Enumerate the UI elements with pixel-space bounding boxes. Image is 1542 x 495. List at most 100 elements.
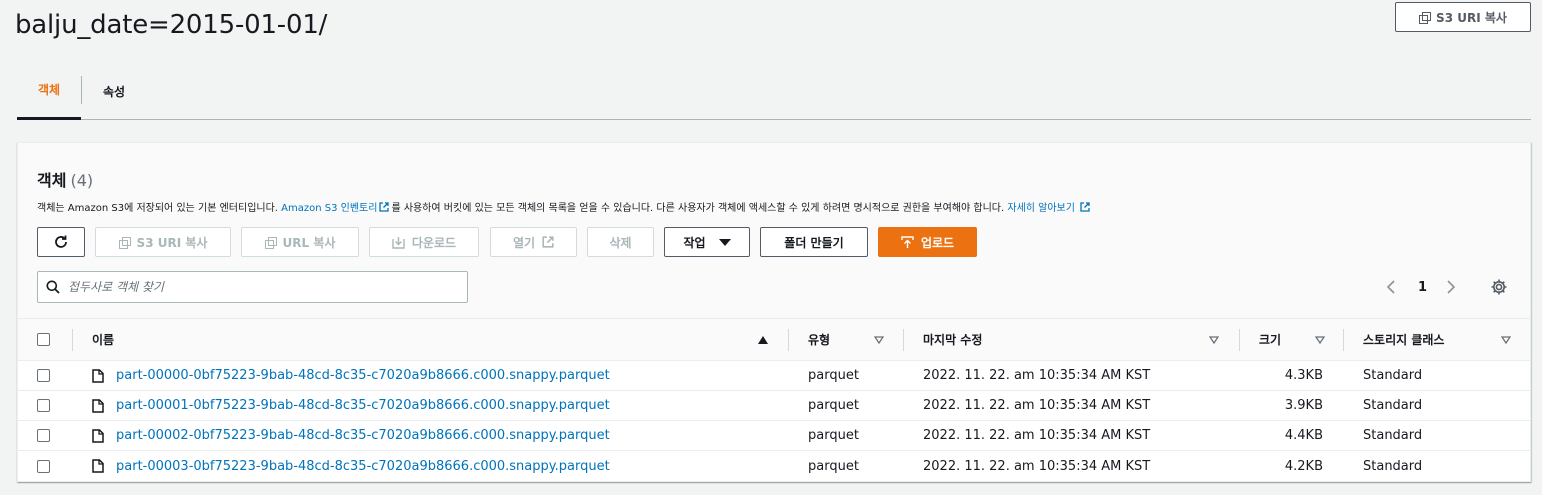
column-separator [788,329,789,351]
next-page-button[interactable] [1446,271,1456,303]
open-label: 열기 [512,235,536,250]
column-header-storage-class[interactable]: 스토리지 클래스 [1363,319,1444,360]
delete-button[interactable]: 삭제 [587,227,654,257]
object-storage-class: Standard [1363,398,1423,413]
select-all-cell [37,319,50,360]
column-separator [1343,329,1344,351]
column-header-type[interactable]: 유형 [808,319,830,360]
table-row[interactable]: part-00003-0bf75223-9bab-48cd-8c35-c7020… [18,451,1530,481]
column-separator [72,329,73,351]
sort-icon[interactable] [1501,319,1511,360]
object-last-modified: 2022. 11. 22. am 10:35:34 AM KST [923,398,1151,413]
download-icon [392,236,405,249]
copy-s3-uri-label: S3 URI 복사 [1436,10,1507,25]
sort-icon[interactable] [1209,319,1219,360]
search-box [37,271,468,303]
create-folder-button[interactable]: 폴더 만들기 [760,227,868,257]
download-button[interactable]: 다운로드 [369,227,479,257]
upload-icon [901,235,914,248]
object-size: 4.4KB [1284,428,1323,443]
external-link-icon [542,236,554,248]
external-link-icon [379,202,390,212]
upload-label: 업로드 [920,235,955,250]
create-folder-label: 폴더 만들기 [784,235,844,250]
copy-icon [1419,11,1432,24]
sort-icon[interactable] [1315,319,1325,360]
column-separator [903,329,904,351]
object-name-link[interactable]: part-00000-0bf75223-9bab-48cd-8c35-c7020… [116,368,610,383]
inventory-link[interactable]: Amazon S3 인벤토리 [281,203,377,214]
tab-objects[interactable]: 객체 [17,62,81,120]
download-label: 다운로드 [411,235,457,250]
table-header: 이름 유형 마지막 수정 크기 스토리지 클래스 [18,318,1530,361]
table-row[interactable]: part-00002-0bf75223-9bab-48cd-8c35-c7020… [18,421,1530,451]
chevron-left-icon [1386,280,1395,294]
open-button[interactable]: 열기 [490,227,577,257]
table-row[interactable]: part-00001-0bf75223-9bab-48cd-8c35-c7020… [18,391,1530,421]
file-icon [92,459,104,473]
column-header-size[interactable]: 크기 [1259,319,1281,360]
actions-label: 작업 [683,235,706,250]
object-storage-class: Standard [1363,428,1423,443]
sort-ascending-icon[interactable] [758,319,768,360]
object-type: parquet [808,458,859,474]
select-all-checkbox[interactable] [37,333,50,346]
chevron-right-icon [1447,280,1456,294]
table-row[interactable]: part-00000-0bf75223-9bab-48cd-8c35-c7020… [18,361,1530,391]
copy-s3-uri-button[interactable]: S3 URI 복사 [1395,2,1531,32]
search-input[interactable] [68,280,448,294]
object-name-link[interactable]: part-00003-0bf75223-9bab-48cd-8c35-c7020… [116,459,610,474]
column-header-last-modified[interactable]: 마지막 수정 [923,319,982,360]
object-name-link[interactable]: part-00001-0bf75223-9bab-48cd-8c35-c7020… [116,398,610,413]
object-size: 4.2KB [1284,458,1323,474]
desc-text-2: 를 사용하여 버킷에 있는 모든 객체의 목록을 얻을 수 있습니다. 다른 사… [391,203,1008,214]
preferences-button[interactable] [1490,271,1508,303]
panel-description: 객체는 Amazon S3에 저장되어 있는 기본 엔터티입니다. Amazon… [37,199,1092,214]
file-icon [92,398,104,413]
search-icon [46,280,60,294]
copy-s3-uri-toolbar-label: S3 URI 복사 [136,235,208,250]
previous-page-button[interactable] [1386,271,1396,303]
object-last-modified: 2022. 11. 22. am 10:35:34 AM KST [923,368,1151,383]
upload-button[interactable]: 업로드 [878,227,977,257]
object-last-modified: 2022. 11. 22. am 10:35:34 AM KST [923,458,1151,474]
sort-icon[interactable] [874,319,884,360]
caret-down-icon [718,238,731,246]
object-last-modified: 2022. 11. 22. am 10:35:34 AM KST [923,428,1151,443]
copy-s3-uri-toolbar-button[interactable]: S3 URI 복사 [95,227,231,257]
row-checkbox[interactable] [37,429,50,442]
row-checkbox[interactable] [37,369,50,382]
object-type: parquet [808,398,859,413]
copy-icon [264,236,277,249]
object-size: 3.9KB [1284,398,1323,413]
object-type: parquet [808,428,859,443]
refresh-button[interactable] [37,227,85,257]
object-storage-class: Standard [1363,368,1423,383]
gear-icon [1491,279,1507,295]
tab-properties[interactable]: 속성 [103,62,125,120]
desc-text-1: 객체는 Amazon S3에 저장되어 있는 기본 엔터티입니다. [37,203,282,214]
copy-url-label: URL 복사 [282,235,336,250]
copy-url-button[interactable]: URL 복사 [241,227,359,257]
objects-panel: 객체 (4) 객체는 Amazon S3에 저장되어 있는 기본 엔터티입니다. … [17,142,1531,482]
row-checkbox[interactable] [37,399,50,412]
delete-label: 삭제 [609,235,632,250]
panel-heading: 객체 (4) [37,167,93,191]
object-name-link[interactable]: part-00002-0bf75223-9bab-48cd-8c35-c7020… [116,428,610,443]
tab-bar: 객체 속성 [17,62,1531,120]
row-checkbox[interactable] [37,459,50,473]
page-title: balju_date=2015-01-01/ [15,10,328,40]
column-header-name[interactable]: 이름 [92,319,114,360]
object-storage-class: Standard [1363,458,1423,474]
object-size: 4.3KB [1284,368,1323,383]
learn-more-link[interactable]: 자세히 알아보기 [1007,203,1075,214]
file-icon [92,428,104,443]
column-separator [1239,329,1240,351]
tab-divider [81,76,82,104]
objects-table: 이름 유형 마지막 수정 크기 스토리지 클래스 part-00000-0bf7… [18,318,1530,481]
actions-dropdown[interactable]: 작업 [664,227,750,257]
object-type: parquet [808,368,859,383]
page-number[interactable]: 1 [1418,271,1427,303]
refresh-icon [55,235,67,248]
external-link-icon [1080,202,1090,212]
